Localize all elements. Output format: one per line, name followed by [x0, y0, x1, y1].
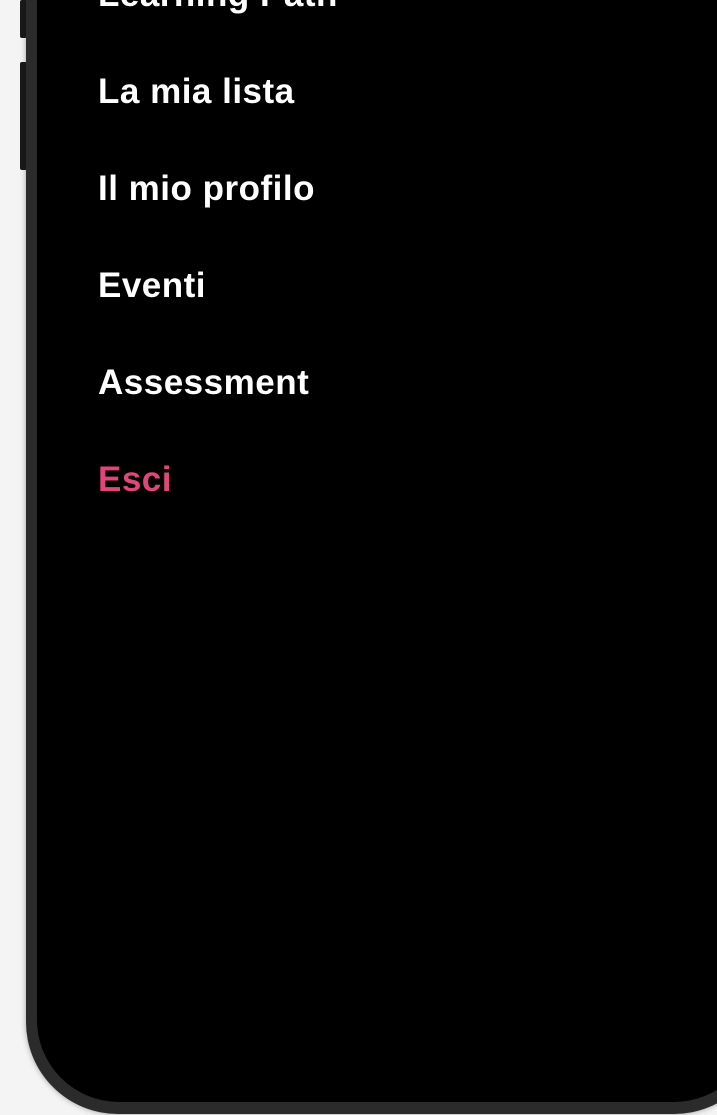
menu-item-label: Eventi	[98, 266, 207, 305]
menu-item-label: Assessment	[98, 363, 310, 402]
menu-item-la-mia-lista[interactable]: La mia lista	[98, 72, 338, 169]
menu-item-label: Learning Path	[98, 0, 338, 14]
app-viewport: Learning Path La mia lista Il mio profil…	[0, 0, 717, 1115]
menu-item-label: La mia lista	[98, 72, 295, 111]
menu-item-eventi[interactable]: Eventi	[98, 266, 338, 363]
menu-item-label: Il mio profilo	[98, 169, 315, 208]
menu-item-assessment[interactable]: Assessment	[98, 363, 338, 460]
menu-screen: Learning Path La mia lista Il mio profil…	[37, 0, 717, 1102]
phone-frame: Learning Path La mia lista Il mio profil…	[26, 0, 717, 1114]
menu-item-learning-path[interactable]: Learning Path	[98, 0, 338, 72]
menu-item-il-mio-profilo[interactable]: Il mio profilo	[98, 169, 338, 266]
menu-item-esci[interactable]: Esci	[98, 460, 338, 557]
menu-item-label: Esci	[98, 460, 172, 499]
side-menu: Learning Path La mia lista Il mio profil…	[98, 0, 338, 557]
